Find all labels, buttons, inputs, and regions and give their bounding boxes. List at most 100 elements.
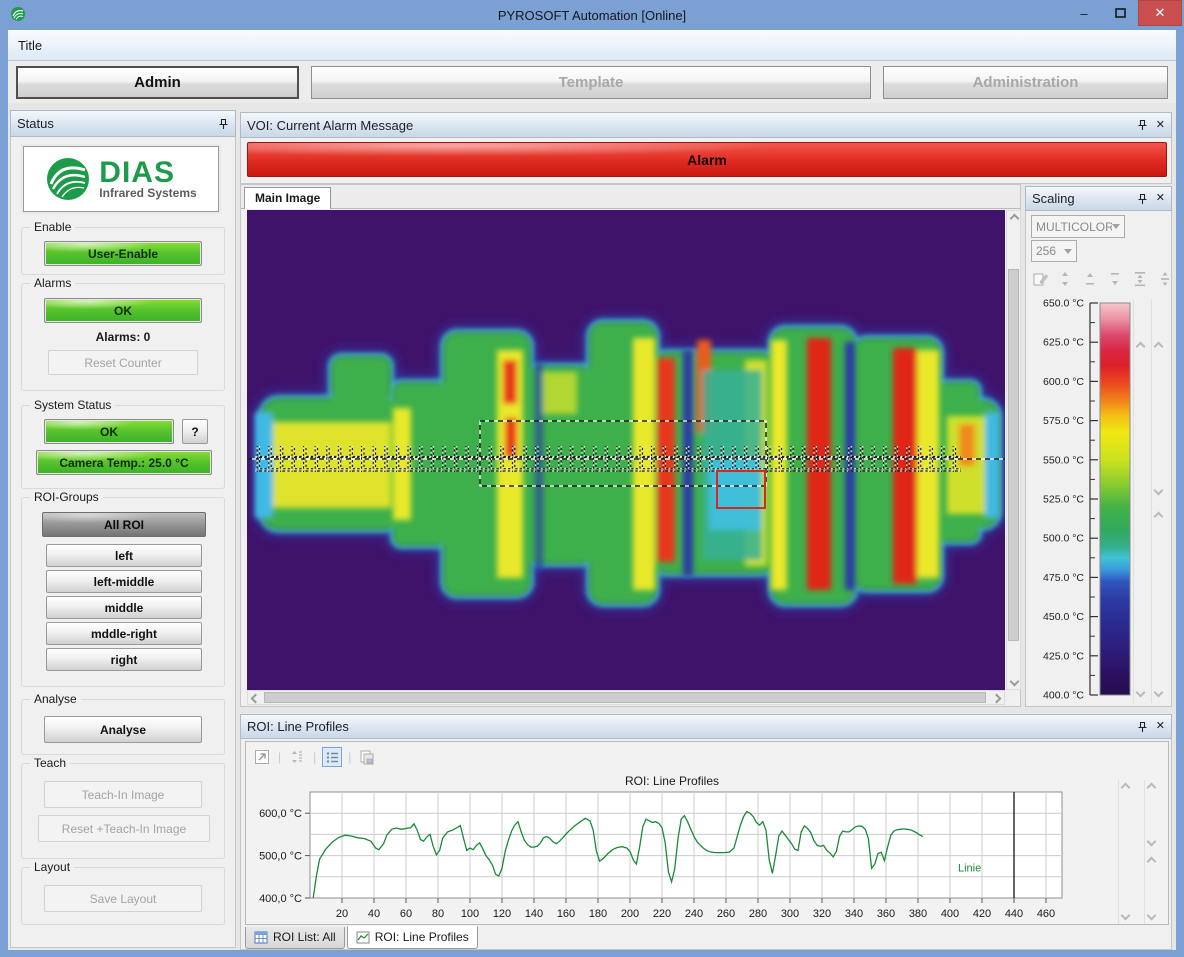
scale-tick-label: 475.0 °C <box>1043 572 1084 584</box>
spin-down-icon[interactable] <box>1154 688 1164 698</box>
pin-icon[interactable] <box>1137 721 1148 733</box>
line-profiles-panel-header: ROI: Line Profiles ✕ <box>240 714 1172 739</box>
x-tick-label: 460 <box>1037 908 1055 920</box>
user-enable-button[interactable]: User-Enable <box>44 241 202 266</box>
scale-tick-label: 525.0 °C <box>1043 494 1084 506</box>
scroll-right-icon[interactable] <box>989 691 1004 706</box>
menu-title[interactable]: Title <box>18 38 42 53</box>
line-profile-chart[interactable]: 600,0 °C500,0 °C400,0 °C2040608010012014… <box>250 786 1112 924</box>
spin-up-icon[interactable] <box>1121 783 1131 793</box>
pin-icon[interactable] <box>1137 119 1148 131</box>
close-panel-icon[interactable]: ✕ <box>1156 721 1165 732</box>
nav-button-administration[interactable]: Administration <box>883 66 1168 99</box>
chevron-down-icon <box>1112 224 1120 229</box>
scroll-up-icon[interactable] <box>1007 211 1022 226</box>
roi-group-button-left-middle[interactable]: left-middle <box>46 570 202 593</box>
spin-up-icon[interactable] <box>1154 512 1164 522</box>
chart-spinner-b[interactable] <box>1144 780 1158 924</box>
autoscale-icon <box>1130 269 1150 289</box>
roi-line-profile-band[interactable] <box>255 446 961 472</box>
spin-down-icon[interactable] <box>1147 837 1157 847</box>
system-help-button[interactable]: ? <box>182 419 208 444</box>
alarms-group: Alarms OK Alarms: 0 Reset Counter <box>21 283 225 391</box>
sort-updown-icon[interactable] <box>287 747 307 767</box>
close-panel-icon[interactable]: ✕ <box>1156 120 1165 131</box>
spin-down-icon[interactable] <box>1147 911 1157 921</box>
tab-line-profiles[interactable]: ROI: Line Profiles <box>347 926 478 949</box>
x-tick-label: 360 <box>877 908 895 920</box>
vertical-scrollbar[interactable] <box>1006 210 1021 690</box>
alarms-ok-button[interactable]: OK <box>44 298 202 323</box>
reset-counter-button: Reset Counter <box>48 350 198 375</box>
legend-label: Linie <box>958 863 981 875</box>
vertical-scroll-thumb[interactable] <box>1008 269 1019 641</box>
status-panel-title: Status <box>17 116 54 131</box>
alarms-count: Alarms: 0 <box>22 330 224 344</box>
scale-tick-label: 600.0 °C <box>1043 376 1084 388</box>
nav-button-row: Admin Template Administration <box>8 61 1176 103</box>
dias-logo-icon <box>45 156 91 202</box>
copy-report-icon[interactable] <box>357 747 377 767</box>
layout-group: Layout Save Layout <box>21 867 225 925</box>
nav-button-admin[interactable]: Admin <box>16 66 299 99</box>
plot-area <box>310 792 1062 898</box>
dias-logo: DIAS Infrared Systems <box>23 146 219 212</box>
list-view-icon[interactable] <box>322 747 342 767</box>
enable-group-label: Enable <box>30 220 75 234</box>
horizontal-scroll-thumb[interactable] <box>264 692 986 703</box>
spin-up-icon[interactable] <box>1147 783 1157 793</box>
spin-up-icon[interactable] <box>1136 342 1146 352</box>
x-tick-label: 280 <box>749 908 767 920</box>
nav-button-template[interactable]: Template <box>311 66 871 99</box>
minimize-button[interactable]: – <box>1066 0 1102 26</box>
spin-down-icon[interactable] <box>1136 688 1146 698</box>
spin-up-icon[interactable] <box>1147 857 1157 867</box>
x-tick-label: 420 <box>973 908 991 920</box>
horizontal-scrollbar[interactable] <box>247 690 1005 705</box>
roi-group-button-right[interactable]: right <box>46 648 202 671</box>
x-tick-label: 200 <box>621 908 639 920</box>
roi-group-button-middle-right[interactable]: mddle-right <box>46 622 202 645</box>
y-tick-label: 600,0 °C <box>259 808 302 820</box>
pin-icon[interactable] <box>218 118 229 130</box>
scale-min-spinner[interactable] <box>1151 299 1165 703</box>
roi-group-button-all[interactable]: All ROI <box>42 512 206 537</box>
menu-bar[interactable]: Title <box>8 30 1176 61</box>
maximize-button[interactable] <box>1102 0 1138 26</box>
thermal-image[interactable] <box>247 210 1005 690</box>
analyse-button[interactable]: Analyse <box>44 716 202 743</box>
layout-group-label: Layout <box>30 860 74 874</box>
dias-logo-subtitle: Infrared Systems <box>99 186 196 200</box>
close-button[interactable]: ✕ <box>1138 0 1182 26</box>
properties-icon <box>1030 269 1050 289</box>
title-bar: PYROSOFT Automation [Online] – ✕ <box>0 0 1184 30</box>
x-tick-label: 100 <box>461 908 479 920</box>
chart-spinner-a[interactable] <box>1118 780 1132 924</box>
analyse-group: Analyse Analyse <box>21 699 225 755</box>
system-ok-button[interactable]: OK <box>44 419 174 444</box>
export-icon[interactable] <box>252 747 272 767</box>
scale-tick-label: 500.0 °C <box>1043 533 1084 545</box>
roi-group-button-middle[interactable]: middle <box>46 596 202 619</box>
scroll-left-icon[interactable] <box>248 691 263 706</box>
tab-main-image[interactable]: Main Image <box>244 187 331 209</box>
spin-down-icon[interactable] <box>1121 911 1131 921</box>
pin-icon[interactable] <box>1137 193 1148 205</box>
max-up-icon <box>1080 269 1100 289</box>
tab-roi-list[interactable]: ROI List: All <box>245 927 345 949</box>
alarms-group-label: Alarms <box>30 276 75 290</box>
close-panel-icon[interactable]: ✕ <box>1156 193 1165 204</box>
camera-temp-button[interactable]: Camera Temp.: 25.0 °C <box>36 450 212 475</box>
teach-in-image-button: Teach-In Image <box>44 781 202 808</box>
main-image-panel: Main Image <box>240 184 1021 707</box>
analyse-group-label: Analyse <box>30 692 81 706</box>
roi-group-button-left[interactable]: left <box>46 544 202 567</box>
x-tick-label: 320 <box>813 908 831 920</box>
spin-down-icon[interactable] <box>1154 486 1164 496</box>
x-tick-label: 80 <box>432 908 444 920</box>
roi-groups-label: ROI-Groups <box>30 490 103 504</box>
scroll-down-icon[interactable] <box>1007 674 1022 689</box>
scale-max-spinner[interactable] <box>1133 299 1147 703</box>
color-bar[interactable] <box>1100 303 1130 695</box>
spin-up-icon[interactable] <box>1154 342 1164 352</box>
